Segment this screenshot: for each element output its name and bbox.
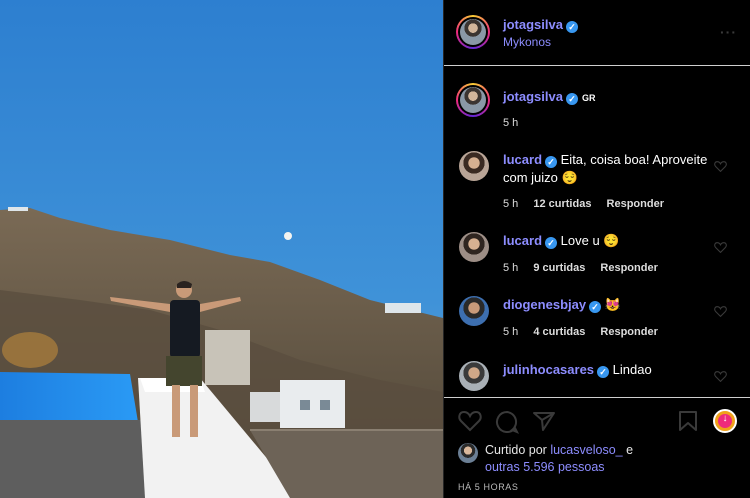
commenter-avatar[interactable] xyxy=(459,361,489,391)
commenter-username[interactable]: lucard xyxy=(503,152,542,167)
caption-username[interactable]: jotagsilva xyxy=(503,89,563,104)
liker-username[interactable]: lucasveloso_ xyxy=(550,443,622,457)
comment-body: lucard ✓ Eita, coisa boa! Aproveite com j… xyxy=(503,151,713,187)
commenter-username[interactable]: lucard xyxy=(503,233,542,248)
verified-icon: ✓ xyxy=(545,237,558,249)
comment-time[interactable]: 5 h xyxy=(503,198,518,210)
commenter-username[interactable]: diogenesbjay xyxy=(503,297,586,312)
verified-icon: ✓ xyxy=(565,21,578,33)
verified-icon: ✓ xyxy=(597,366,610,378)
commenter-username[interactable]: julinhocasares xyxy=(503,362,594,377)
likes-prefix: Curtido por xyxy=(485,443,547,457)
like-heart-icon[interactable] xyxy=(458,410,482,432)
author-avatar[interactable] xyxy=(456,15,490,49)
comment-likes[interactable]: 4 curtidas xyxy=(533,326,585,338)
commenter-avatar[interactable] xyxy=(459,296,489,326)
comment-meta: 5 h 9 curtidas Responder xyxy=(503,262,670,274)
post-photo[interactable] xyxy=(0,0,443,498)
caption-author-avatar[interactable] xyxy=(456,83,490,117)
comment-text: Lindao xyxy=(612,362,652,377)
verified-icon: ✓ xyxy=(589,301,602,313)
caption-badge: GR xyxy=(581,93,596,103)
reply-button[interactable]: Responder xyxy=(607,198,664,210)
likes-text: Curtido por lucasveloso_ e outras 5.596 … xyxy=(485,442,725,476)
author-username[interactable]: jotagsilva xyxy=(503,17,563,32)
post-details-panel: jotagsilva ✓ Mykonos ··· jotagsilva ✓ GR 5 … xyxy=(443,0,750,498)
commenter-avatar[interactable] xyxy=(459,232,489,262)
bookmark-icon[interactable] xyxy=(678,410,698,432)
comment-meta: 5 h 4 curtidas Responder xyxy=(503,326,670,338)
comment-likes[interactable]: 12 curtidas xyxy=(533,198,591,210)
heart-icon[interactable] xyxy=(714,241,727,253)
mykonos-photo xyxy=(0,0,443,498)
comment-body: diogenesbjay ✓ 😻 xyxy=(503,296,713,314)
liker-avatar[interactable] xyxy=(458,443,478,463)
comments-list: jotagsilva ✓ GR 5 h lucard ✓ Eita, coisa bo… xyxy=(444,67,750,397)
verified-icon: ✓ xyxy=(545,156,558,168)
download-badge-icon[interactable]: ↓ xyxy=(713,409,737,433)
comment-text: 😻 xyxy=(604,297,621,312)
comment-body: lucard ✓ Love u 😌 xyxy=(503,232,713,250)
post-timestamp[interactable]: HÁ 5 HORAS xyxy=(458,482,519,492)
more-horizontal-icon[interactable]: ··· xyxy=(720,24,737,40)
reply-button[interactable]: Responder xyxy=(600,326,657,338)
comment-time[interactable]: 5 h xyxy=(503,326,518,338)
comment-body: julinhocasares ✓ Lindao xyxy=(503,361,713,379)
post-location[interactable]: Mykonos xyxy=(503,35,551,49)
likes-others-link[interactable]: outras 5.596 pessoas xyxy=(485,460,605,474)
heart-icon[interactable] xyxy=(714,305,727,317)
caption-time[interactable]: 5 h xyxy=(503,117,518,129)
verified-icon: ✓ xyxy=(565,93,578,105)
likes-conj: e xyxy=(626,443,634,457)
comment-bubble-icon[interactable] xyxy=(495,410,519,434)
reply-button[interactable]: Responder xyxy=(600,262,657,274)
post-header: jotagsilva ✓ Mykonos ··· xyxy=(444,0,750,66)
comment-meta: 5 h 12 curtidas Responder xyxy=(503,198,676,210)
heart-icon[interactable] xyxy=(714,370,727,382)
comment-time[interactable]: 5 h xyxy=(503,262,518,274)
author-line: jotagsilva ✓ xyxy=(503,16,578,34)
comment-likes[interactable]: 9 curtidas xyxy=(533,262,585,274)
caption-author-line: jotagsilva ✓ GR xyxy=(503,88,595,106)
action-bar: ↓ Curtido por lucasveloso_ e outras 5.59… xyxy=(444,397,750,498)
commenter-avatar[interactable] xyxy=(459,151,489,181)
heart-icon[interactable] xyxy=(714,160,727,172)
share-send-icon[interactable] xyxy=(532,410,556,432)
comment-text: Love u 😌 xyxy=(560,233,620,248)
